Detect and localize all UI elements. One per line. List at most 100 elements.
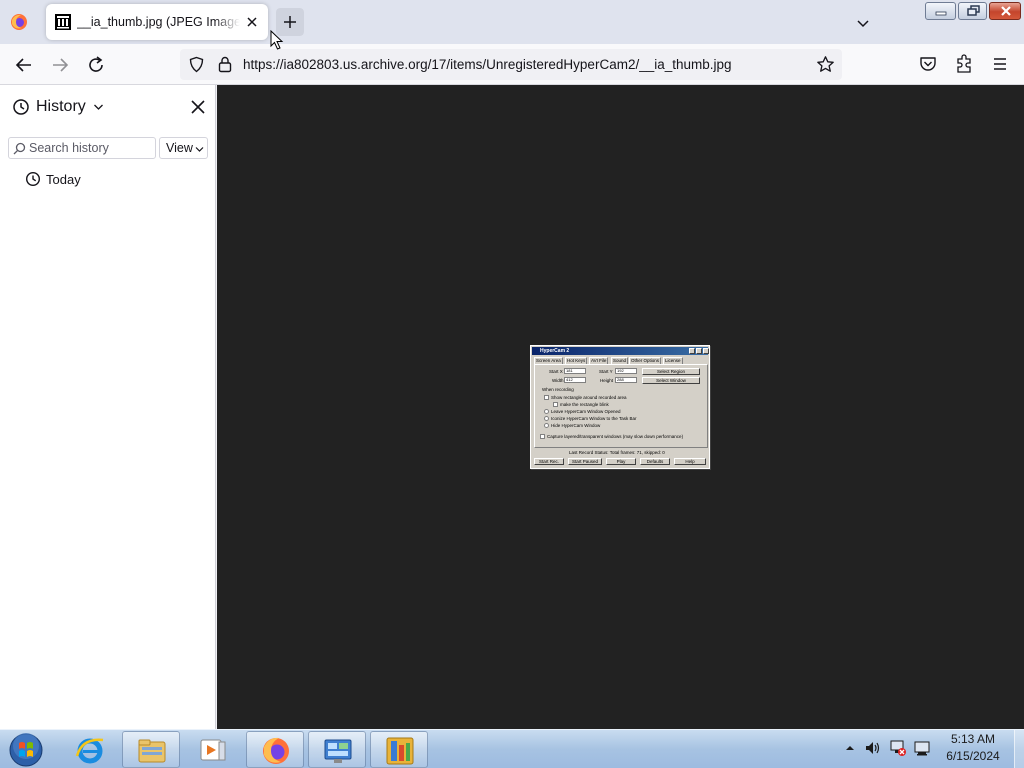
hypercam-title: HyperCam 2 <box>540 348 570 354</box>
tracking-protection-shield-icon[interactable] <box>188 56 205 73</box>
hypercam-label: Width <box>552 378 564 383</box>
minimize-icon <box>935 11 947 16</box>
hypercam-app-icon <box>386 737 414 765</box>
lock-icon[interactable] <box>218 56 232 73</box>
navigation-toolbar: https://ia802803.us.archive.org/17/items… <box>0 44 1024 85</box>
address-bar[interactable]: https://ia802803.us.archive.org/17/items… <box>180 49 842 80</box>
tab-close-icon[interactable] <box>242 12 262 32</box>
action-center-flag-icon[interactable] <box>913 739 931 757</box>
url-text[interactable]: https://ia802803.us.archive.org/17/items… <box>243 57 732 72</box>
close-x-icon <box>1001 6 1011 16</box>
hypercam-button: Help <box>674 458 706 465</box>
hypercam-field: 181 <box>564 368 586 374</box>
show-desktop-button[interactable] <box>1014 730 1024 768</box>
hypercam-maximize-icon <box>696 348 702 354</box>
hypercam-radio <box>544 409 549 414</box>
hamburger-menu-icon[interactable] <box>990 54 1010 74</box>
history-group-label: Today <box>46 172 81 187</box>
control-panel-icon <box>324 739 352 763</box>
hypercam-option: Iconize HyperCam Window to the Task Bar <box>551 416 637 421</box>
restore-icon <box>967 5 980 16</box>
taskbar-windows-explorer[interactable] <box>122 731 180 768</box>
taskbar-firefox[interactable] <box>246 731 304 768</box>
forward-arrow-icon[interactable] <box>47 52 73 78</box>
hypercam-button: Start Paused <box>568 458 602 465</box>
hypercam-checkbox <box>540 434 545 439</box>
history-sidebar: History View Today <box>0 85 216 729</box>
pocket-icon[interactable] <box>918 54 938 74</box>
hypercam-checkbox <box>544 395 549 400</box>
clock-icon <box>25 171 41 187</box>
clock-date: 6/15/2024 <box>946 749 1000 763</box>
hypercam-button: Select Region <box>642 368 700 375</box>
show-hidden-icons-chevron-icon[interactable] <box>845 744 855 752</box>
hypercam-titlebar: HyperCam 2 <box>532 347 709 355</box>
reload-icon[interactable] <box>83 52 109 78</box>
history-clock-icon <box>13 99 29 115</box>
image-viewer: HyperCam 2 Screen Area Hot Keys AVI File… <box>217 85 1024 729</box>
hypercam-button: Play <box>606 458 636 465</box>
firefox-logo-icon[interactable] <box>10 13 28 31</box>
extensions-puzzle-icon[interactable] <box>954 53 974 75</box>
folder-icon <box>138 739 166 763</box>
hypercam-tab: Screen Area <box>534 357 563 364</box>
hypercam-tabs: Screen Area Hot Keys AVI File Sound Othe… <box>534 357 708 364</box>
hypercam-option: Show rectangle around recorded area <box>551 395 627 400</box>
hypercam-tab: License <box>663 357 683 364</box>
hypercam-tab: Other Options <box>629 357 662 364</box>
hypercam-tab: Hot Keys <box>565 357 588 364</box>
sidebar-switcher[interactable]: History <box>8 95 108 121</box>
hypercam-button: Defaults <box>640 458 670 465</box>
internet-explorer-icon <box>75 738 104 764</box>
window-caption-buttons <box>925 2 1021 20</box>
hypercam-radio <box>544 423 549 428</box>
view-menu-button[interactable]: View <box>159 137 208 159</box>
close-window-button[interactable] <box>989 2 1021 20</box>
hypercam-minimize-icon <box>689 348 695 354</box>
sidebar-title: History <box>36 98 86 115</box>
back-arrow-icon[interactable] <box>11 52 37 78</box>
mouse-pointer-icon <box>270 30 284 50</box>
taskbar-internet-explorer[interactable] <box>61 731 119 768</box>
firefox-icon <box>263 737 289 764</box>
media-player-icon <box>200 739 226 761</box>
sidebar-close-icon[interactable] <box>188 97 208 117</box>
hypercam-close-icon <box>703 348 709 354</box>
hypercam-screenshot-image[interactable]: HyperCam 2 Screen Area Hot Keys AVI File… <box>530 345 710 469</box>
windows-start-orb-icon[interactable] <box>6 731 46 768</box>
hypercam-group-label: When recording <box>542 387 574 392</box>
hypercam-checkbox <box>553 402 558 407</box>
taskbar-media-player[interactable] <box>184 731 242 768</box>
hypercam-option: Leave HyperCam Window Opened <box>551 409 621 414</box>
restore-button[interactable] <box>958 2 987 20</box>
hypercam-option: Hide HyperCam Window <box>551 423 601 428</box>
archive-favicon-icon <box>55 14 71 30</box>
bookmark-star-icon[interactable] <box>816 55 835 74</box>
taskbar-hypercam[interactable] <box>370 731 428 768</box>
hypercam-panel: Start X 181 Start Y 192 Select Region Wi… <box>534 364 708 448</box>
hypercam-label: Start X <box>549 369 563 374</box>
chevron-down-icon <box>94 104 103 110</box>
search-icon <box>13 142 26 155</box>
hypercam-button: Start Rec. <box>534 458 564 465</box>
list-all-tabs-chevron-icon[interactable] <box>852 12 874 34</box>
hypercam-radio <box>544 416 549 421</box>
history-search-input[interactable] <box>29 139 153 157</box>
hypercam-button: Select Window <box>642 377 700 384</box>
hypercam-field: 412 <box>564 377 586 383</box>
chevron-down-icon <box>195 147 204 152</box>
history-search-box[interactable] <box>8 137 156 159</box>
view-label: View <box>166 141 193 155</box>
tab-image[interactable]: __ia_thumb.jpg (JPEG Image, 18 <box>46 4 268 40</box>
hypercam-status: Last Record Status: Total frames: 71, sk… <box>569 450 665 455</box>
system-clock[interactable]: 5:13 AM 6/15/2024 <box>938 731 1008 767</box>
hypercam-tab: AVI File <box>589 357 609 364</box>
taskbar-control-panel[interactable] <box>308 731 366 768</box>
hypercam-field: 288 <box>615 377 637 383</box>
history-group-today[interactable]: Today <box>20 169 208 191</box>
hypercam-option: Capture layered/transparent windows (may… <box>547 434 684 439</box>
volume-speaker-icon[interactable] <box>864 739 882 757</box>
minimize-button[interactable] <box>925 2 956 20</box>
hypercam-field: 192 <box>615 368 637 374</box>
network-disconnected-icon[interactable] <box>889 739 907 757</box>
